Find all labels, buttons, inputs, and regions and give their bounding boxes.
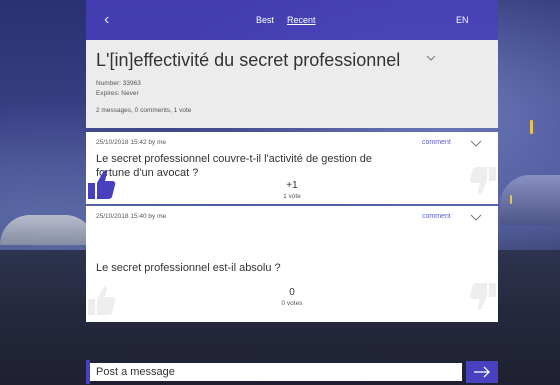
thread-header: L'[in]effectivité du secret professionne…	[86, 40, 498, 128]
message-text-line: fortune d'un avocat ?	[96, 167, 199, 179]
background-building-left	[0, 215, 95, 245]
thread-number: Number: 33963	[96, 80, 141, 87]
message-meta: 25/10/2018 15:42 by me	[96, 139, 167, 146]
arrow-right-icon	[474, 366, 490, 378]
tab-recent[interactable]: Recent	[287, 15, 316, 25]
vote-count: 1 vote	[283, 193, 301, 200]
vote-count: 0 votes	[281, 300, 303, 307]
message-text-line: Le secret professionnel couvre-t-il l'ac…	[96, 153, 373, 165]
top-nav-bar: ‹ Best Recent EN	[86, 0, 498, 40]
vote-score: +1	[286, 180, 298, 191]
thumbs-up-icon[interactable]	[86, 282, 116, 316]
message-meta: 25/10/2018 15:40 by me	[96, 213, 167, 220]
thread-title: L'[in]effectivité du secret professionne…	[96, 50, 401, 70]
tab-best[interactable]: Best	[256, 15, 274, 25]
vote-score: 0	[289, 287, 295, 298]
chevron-down-icon[interactable]	[470, 140, 482, 148]
message-text: Le secret professionnel est-il absolu ?	[96, 262, 281, 274]
composer-bar	[86, 361, 498, 383]
background-building-right	[500, 175, 560, 225]
message-text: Le secret professionnel couvre-t-il l'ac…	[96, 152, 476, 180]
thumbs-down-icon[interactable]	[470, 166, 498, 198]
thread-stats: 2 messages, 0 comments, 1 vote	[96, 107, 192, 114]
comment-link[interactable]: comment	[422, 139, 451, 146]
background-light	[530, 120, 533, 134]
comment-link[interactable]: comment	[422, 213, 451, 220]
language-selector[interactable]: EN	[456, 15, 469, 25]
thumbs-down-icon[interactable]	[470, 282, 498, 314]
background-light	[510, 195, 512, 204]
message-card: 25/10/2018 15:42 by me comment Le secret…	[86, 132, 498, 204]
send-button[interactable]	[466, 361, 498, 383]
back-button[interactable]: ‹	[104, 12, 109, 28]
post-message-input[interactable]	[90, 363, 462, 381]
thread-expires: Expires: Never	[96, 90, 139, 97]
chevron-down-icon[interactable]	[426, 53, 436, 63]
message-card: 25/10/2018 15:40 by me comment Le secret…	[86, 206, 498, 322]
chevron-down-icon[interactable]	[470, 214, 482, 222]
thumbs-up-icon[interactable]	[86, 166, 116, 200]
